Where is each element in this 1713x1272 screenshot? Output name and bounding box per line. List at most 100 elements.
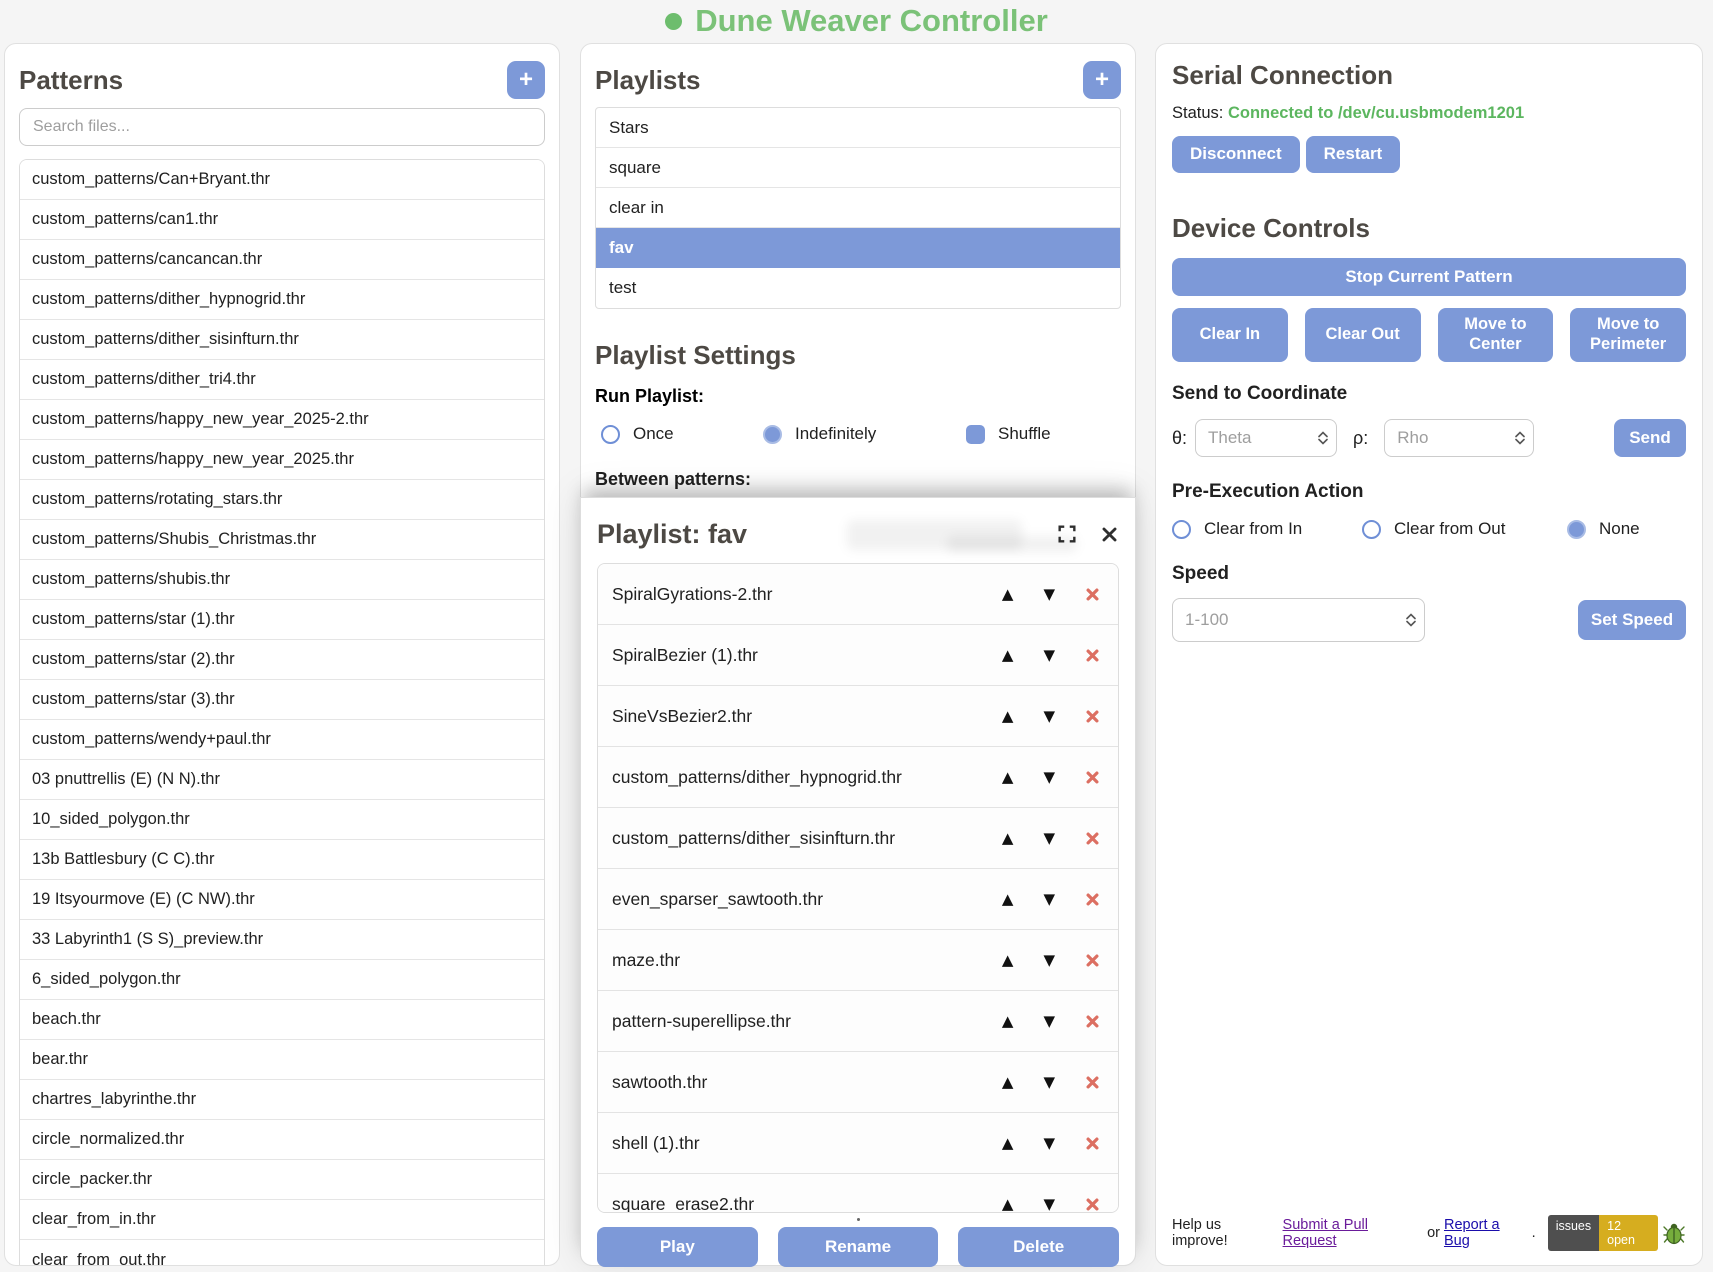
pattern-file-row[interactable]: bear.thr (20, 1040, 544, 1080)
pre-execution-option[interactable]: Clear from Out (1362, 519, 1567, 539)
stop-current-pattern-button[interactable]: Stop Current Pattern (1172, 258, 1686, 296)
move-up-icon[interactable]: ▲ (1002, 585, 1014, 603)
option-control-icon[interactable] (763, 425, 782, 444)
add-pattern-button[interactable]: + (507, 61, 545, 99)
run-mode-option[interactable]: Once (601, 424, 763, 444)
remove-item-icon[interactable] (1085, 1075, 1100, 1090)
pattern-file-row[interactable]: custom_patterns/happy_new_year_2025.thr (20, 440, 544, 480)
move-up-icon[interactable]: ▲ (1002, 768, 1014, 786)
remove-item-icon[interactable] (1085, 648, 1100, 663)
option-control-icon[interactable] (966, 425, 985, 444)
move-down-icon[interactable]: ▼ (1043, 1073, 1055, 1091)
restart-button[interactable]: Restart (1306, 136, 1401, 173)
move-up-icon[interactable]: ▲ (1002, 1134, 1014, 1152)
option-control-icon[interactable] (601, 425, 620, 444)
delete-button[interactable]: Delete (958, 1227, 1119, 1267)
pattern-file-row[interactable]: 13b Battlesbury (C C).thr (20, 840, 544, 880)
pattern-file-row[interactable]: chartres_labyrinthe.thr (20, 1080, 544, 1120)
pattern-file-row[interactable]: custom_patterns/wendy+paul.thr (20, 720, 544, 760)
playlist-row[interactable]: fav (596, 228, 1120, 268)
pattern-file-row[interactable]: custom_patterns/can1.thr (20, 200, 544, 240)
playlist-item-row[interactable]: custom_patterns/dither_hypnogrid.thr ▲ ▼ (598, 747, 1118, 808)
remove-item-icon[interactable] (1085, 1197, 1100, 1212)
stepper-icon[interactable] (1406, 614, 1416, 627)
playlist-item-row[interactable]: shell (1).thr ▲ ▼ (598, 1113, 1118, 1174)
playlist-item-row[interactable]: even_sparser_sawtooth.thr ▲ ▼ (598, 869, 1118, 930)
pattern-file-row[interactable]: circle_normalized.thr (20, 1120, 544, 1160)
pattern-file-row[interactable]: custom_patterns/cancancan.thr (20, 240, 544, 280)
pattern-file-row[interactable]: clear_from_out.thr (20, 1240, 544, 1266)
pattern-file-row[interactable]: custom_patterns/happy_new_year_2025-2.th… (20, 400, 544, 440)
pattern-file-row[interactable]: custom_patterns/shubis.thr (20, 560, 544, 600)
move-down-icon[interactable]: ▼ (1043, 1012, 1055, 1030)
rename-button[interactable]: Rename (778, 1227, 939, 1267)
send-button[interactable]: Send (1614, 419, 1686, 457)
remove-item-icon[interactable] (1085, 831, 1100, 846)
stepper-icon[interactable] (1318, 432, 1328, 445)
close-icon[interactable] (1100, 525, 1119, 544)
playlist-item-row[interactable]: sawtooth.thr ▲ ▼ (598, 1052, 1118, 1113)
search-input[interactable] (19, 108, 545, 146)
pattern-file-row[interactable]: beach.thr (20, 1000, 544, 1040)
pattern-file-row[interactable]: 10_sided_polygon.thr (20, 800, 544, 840)
move-down-icon[interactable]: ▼ (1043, 1195, 1055, 1213)
set-speed-button[interactable]: Set Speed (1578, 600, 1686, 640)
option-control-icon[interactable] (1567, 520, 1586, 539)
playlist-row[interactable]: square (596, 148, 1120, 188)
move-down-icon[interactable]: ▼ (1043, 768, 1055, 786)
move-up-icon[interactable]: ▲ (1002, 1195, 1014, 1213)
pattern-file-row[interactable]: circle_packer.thr (20, 1160, 544, 1200)
clear-in-button[interactable]: Clear In (1172, 308, 1288, 362)
playlist-item-row[interactable]: SpiralBezier (1).thr ▲ ▼ (598, 625, 1118, 686)
playlist-item-row[interactable]: SineVsBezier2.thr ▲ ▼ (598, 686, 1118, 747)
pattern-file-row[interactable]: 19 Itsyourmove (E) (C NW).thr (20, 880, 544, 920)
rho-input[interactable] (1384, 419, 1534, 457)
move-down-icon[interactable]: ▼ (1043, 829, 1055, 847)
stepper-icon[interactable] (1515, 432, 1525, 445)
submit-pr-link[interactable]: Submit a Pull Request (1283, 1217, 1424, 1249)
playlist-item-row[interactable]: square_erase2.thr ▲ ▼ (598, 1174, 1118, 1213)
move-up-icon[interactable]: ▲ (1002, 829, 1014, 847)
pattern-file-row[interactable]: custom_patterns/dither_tri4.thr (20, 360, 544, 400)
pattern-file-row[interactable]: 03 pnuttrellis (E) (N N).thr (20, 760, 544, 800)
remove-item-icon[interactable] (1085, 709, 1100, 724)
pattern-file-row[interactable]: custom_patterns/star (1).thr (20, 600, 544, 640)
playlist-row[interactable]: test (596, 268, 1120, 308)
play-button[interactable]: Play (597, 1227, 758, 1267)
remove-item-icon[interactable] (1085, 892, 1100, 907)
pre-execution-option[interactable]: Clear from In (1172, 519, 1362, 539)
move-up-icon[interactable]: ▲ (1002, 1012, 1014, 1030)
option-control-icon[interactable] (1172, 520, 1191, 539)
pattern-file-row[interactable]: clear_from_in.thr (20, 1200, 544, 1240)
report-bug-link[interactable]: Report a Bug (1444, 1217, 1528, 1249)
remove-item-icon[interactable] (1085, 1136, 1100, 1151)
move-down-icon[interactable]: ▼ (1043, 707, 1055, 725)
add-playlist-button[interactable]: + (1083, 61, 1121, 99)
playlist-item-row[interactable]: pattern-superellipse.thr ▲ ▼ (598, 991, 1118, 1052)
move-down-icon[interactable]: ▼ (1043, 1134, 1055, 1152)
move-up-icon[interactable]: ▲ (1002, 707, 1014, 725)
run-mode-option[interactable]: Indefinitely (763, 424, 966, 444)
playlist-item-row[interactable]: SpiralGyrations-2.thr ▲ ▼ (598, 564, 1118, 625)
move-to-center-button[interactable]: Move to Center (1438, 308, 1554, 362)
move-up-icon[interactable]: ▲ (1002, 646, 1014, 664)
move-down-icon[interactable]: ▼ (1043, 890, 1055, 908)
playlist-row[interactable]: Stars (596, 108, 1120, 148)
disconnect-button[interactable]: Disconnect (1172, 136, 1300, 173)
pattern-file-row[interactable]: custom_patterns/star (2).thr (20, 640, 544, 680)
issues-badge[interactable]: issues 12 open (1548, 1215, 1658, 1251)
remove-item-icon[interactable] (1085, 770, 1100, 785)
pattern-file-row[interactable]: custom_patterns/Can+Bryant.thr (20, 160, 544, 200)
pattern-file-row[interactable]: custom_patterns/star (3).thr (20, 680, 544, 720)
remove-item-icon[interactable] (1085, 587, 1100, 602)
playlist-item-row[interactable]: custom_patterns/dither_sisinfturn.thr ▲ … (598, 808, 1118, 869)
pre-execution-option[interactable]: None (1567, 519, 1686, 539)
move-down-icon[interactable]: ▼ (1043, 646, 1055, 664)
move-to-perimeter-button[interactable]: Move to Perimeter (1570, 308, 1686, 362)
pattern-file-row[interactable]: custom_patterns/Shubis_Christmas.thr (20, 520, 544, 560)
move-down-icon[interactable]: ▼ (1043, 585, 1055, 603)
playlist-row[interactable]: clear in (596, 188, 1120, 228)
speed-input[interactable] (1172, 598, 1425, 642)
pattern-file-row[interactable]: custom_patterns/dither_hypnogrid.thr (20, 280, 544, 320)
remove-item-icon[interactable] (1085, 953, 1100, 968)
